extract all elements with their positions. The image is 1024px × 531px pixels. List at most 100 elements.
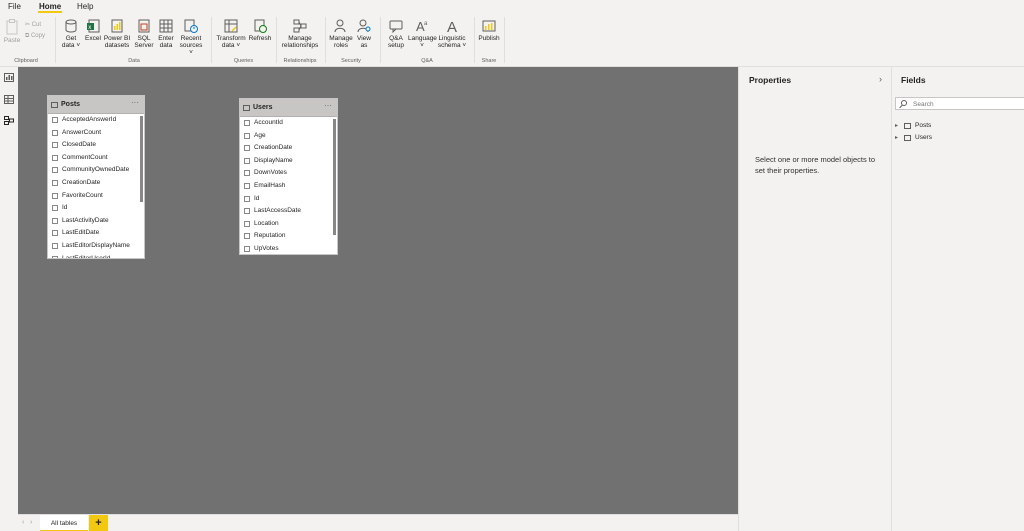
- collapse-chevron-icon[interactable]: ›: [879, 74, 882, 84]
- fields-table-posts[interactable]: ▸ Posts: [895, 121, 1015, 132]
- field-row[interactable]: LastAccessDate: [240, 205, 337, 218]
- field-row[interactable]: AcceptedAnswerId: [48, 114, 144, 127]
- search-input[interactable]: [913, 99, 1018, 109]
- tab-all-tables[interactable]: All tables: [40, 515, 88, 531]
- menu-help[interactable]: Help: [77, 2, 93, 11]
- prev-tab-icon[interactable]: ‹: [22, 519, 24, 526]
- field-icon: [244, 145, 250, 152]
- field-row[interactable]: AnswerCount: [48, 127, 144, 140]
- queries-group-label: Queries: [233, 58, 254, 64]
- get-data-button[interactable]: Get data ˅: [60, 19, 82, 49]
- publish-icon: [482, 19, 496, 33]
- view-as-button[interactable]: View as: [355, 19, 373, 49]
- add-layout-button[interactable]: +: [89, 515, 108, 531]
- field-icon: [244, 220, 250, 227]
- sql-label-1: SQL: [137, 35, 151, 42]
- sql-server-button[interactable]: SQL Server: [133, 19, 155, 49]
- field-row[interactable]: AccountId: [240, 117, 337, 130]
- field-name: LastEditorDisplayName: [62, 241, 130, 249]
- users-scrollbar[interactable]: [333, 119, 336, 235]
- field-row[interactable]: CreationDate: [240, 142, 337, 155]
- svg-text:A: A: [447, 19, 457, 33]
- paste-icon: [5, 19, 19, 35]
- users-table-header[interactable]: Users ···: [240, 99, 337, 117]
- model-view-icon[interactable]: [4, 116, 14, 125]
- linguistic-schema-button[interactable]: A Linguistic schema ˅: [437, 19, 467, 49]
- field-icon: [52, 129, 58, 136]
- field-icon: [52, 217, 58, 224]
- field-row[interactable]: LastEditorUserId: [48, 253, 144, 258]
- transform-icon: [224, 19, 238, 33]
- report-view-icon[interactable]: [4, 73, 14, 82]
- field-row[interactable]: DownVotes: [240, 167, 337, 180]
- cut-button[interactable]: ✂ Cut: [25, 21, 41, 28]
- field-row[interactable]: Location: [240, 218, 337, 231]
- sql-server-icon: [137, 19, 151, 33]
- field-row[interactable]: CommunityOwnedDate: [48, 164, 144, 177]
- menu-file[interactable]: File: [8, 2, 21, 11]
- relationships-icon: [293, 19, 307, 33]
- get-data-label-2: data ˅: [61, 42, 81, 49]
- recent-sources-button[interactable]: Recent sources ˅: [177, 19, 205, 56]
- model-canvas[interactable]: Posts ··· AcceptedAnswerId AnswerCount Clo…: [18, 67, 738, 514]
- more-options-icon[interactable]: ···: [131, 98, 139, 107]
- posts-table-card[interactable]: Posts ··· AcceptedAnswerId AnswerCount Clo…: [47, 95, 145, 259]
- field-name: DownVotes: [254, 169, 287, 177]
- paste-button[interactable]: Paste: [3, 19, 21, 44]
- field-name: AnswerCount: [62, 128, 102, 136]
- field-row[interactable]: LastEditorDisplayName: [48, 240, 144, 253]
- field-row[interactable]: CommentCount: [48, 152, 144, 165]
- field-name: CreationDate: [62, 178, 101, 186]
- copy-button[interactable]: ⧉ Copy: [25, 33, 45, 40]
- posts-scrollbar[interactable]: [140, 116, 143, 202]
- manage-relationships-button[interactable]: Manage relationships: [279, 19, 321, 49]
- language-button[interactable]: Aa Language ˅: [408, 19, 437, 49]
- field-name: Id: [254, 194, 260, 202]
- qa-setup-label-2: setup: [388, 42, 404, 49]
- posts-table-header[interactable]: Posts ···: [48, 96, 144, 114]
- next-tab-icon[interactable]: ›: [30, 519, 32, 526]
- users-table-card[interactable]: Users ··· AccountId Age CreationDate Displa…: [239, 98, 338, 255]
- transform-data-button[interactable]: Transform data ˅: [215, 19, 247, 49]
- field-row[interactable]: UpVotes: [240, 243, 337, 254]
- posts-field-list: AcceptedAnswerId AnswerCount ClosedDate Com…: [48, 114, 144, 258]
- manage-roles-button[interactable]: Manage roles: [329, 19, 353, 49]
- transform-label-1: Transform: [216, 35, 246, 42]
- recent-label-1: Recent: [180, 35, 202, 42]
- field-icon: [244, 233, 250, 240]
- field-row[interactable]: Age: [240, 130, 337, 143]
- field-row[interactable]: EmailHash: [240, 180, 337, 193]
- menu-home[interactable]: Home: [39, 2, 61, 11]
- expand-caret-icon[interactable]: ▸: [895, 134, 898, 141]
- fields-search-box[interactable]: [895, 97, 1024, 110]
- fields-table-users[interactable]: ▸ Users: [895, 133, 1015, 144]
- ling-label-2: schema ˅: [437, 42, 467, 49]
- field-row[interactable]: CreationDate: [48, 177, 144, 190]
- field-row[interactable]: DisplayName: [240, 155, 337, 168]
- field-row[interactable]: Id: [240, 193, 337, 206]
- field-name: LastActivityDate: [62, 216, 109, 224]
- field-row[interactable]: LastEditDate: [48, 227, 144, 240]
- field-name: UpVotes: [254, 244, 279, 252]
- field-row[interactable]: Reputation: [240, 230, 337, 243]
- field-row[interactable]: LastActivityDate: [48, 215, 144, 228]
- scissors-icon: ✂: [25, 22, 31, 28]
- manage-rel-label-2: relationships: [281, 42, 319, 49]
- excel-button[interactable]: x Excel: [84, 19, 102, 42]
- relationships-group-label: Relationships: [283, 58, 317, 64]
- enter-data-button[interactable]: Enter data: [156, 19, 176, 49]
- field-row[interactable]: FavoriteCount: [48, 190, 144, 203]
- publish-button[interactable]: Publish: [477, 19, 501, 42]
- ling-label-1: Linguistic: [438, 35, 466, 42]
- powerbi-datasets-button[interactable]: Power BI datasets: [103, 19, 131, 49]
- field-icon: [52, 192, 58, 199]
- refresh-button[interactable]: Refresh: [248, 19, 272, 42]
- qa-setup-button[interactable]: Q&A setup: [385, 19, 407, 49]
- expand-caret-icon[interactable]: ▸: [895, 122, 898, 129]
- posts-table-name: Posts: [61, 101, 81, 108]
- more-options-icon[interactable]: ···: [324, 101, 332, 110]
- field-name: AccountId: [254, 119, 283, 126]
- field-row[interactable]: Id: [48, 202, 144, 215]
- field-row[interactable]: ClosedDate: [48, 139, 144, 152]
- data-view-icon[interactable]: [4, 95, 14, 104]
